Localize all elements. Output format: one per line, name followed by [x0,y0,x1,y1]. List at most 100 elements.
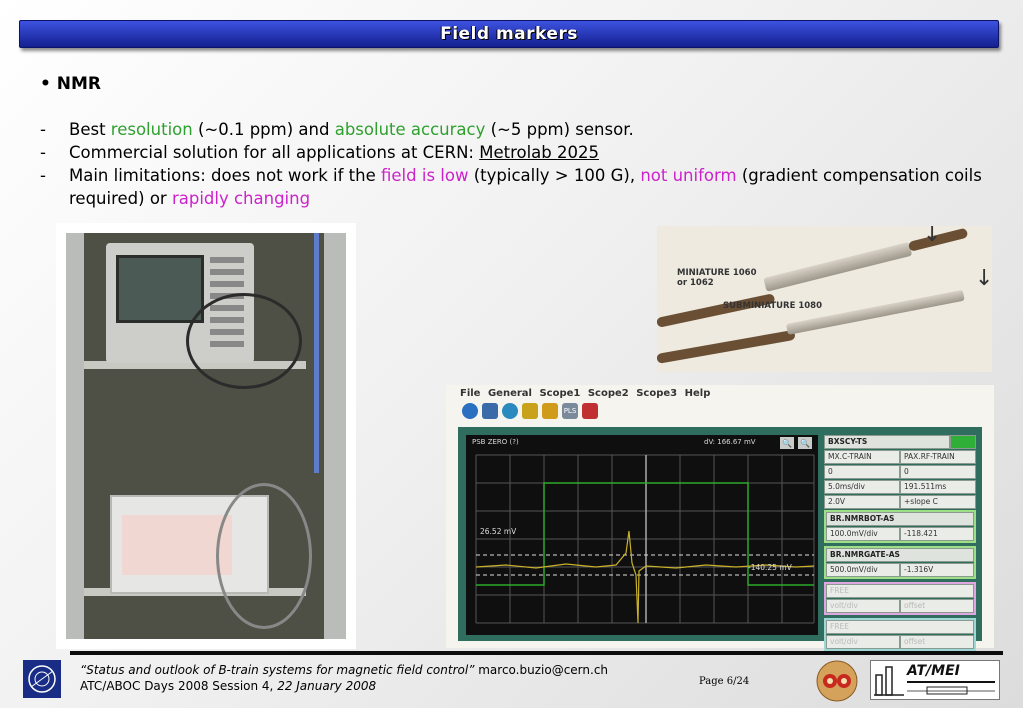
scope-window: File General Scope1 Scope2 Scope3 Help P… [446,385,994,651]
cell[interactable]: volt/div [826,599,900,613]
status-indicator [950,435,976,449]
scope-plot[interactable]: PSB ZERO (?) dV: 166.67 mV 🔍 🔍 26.52 mV … [466,435,818,635]
cell[interactable]: volt/div [826,635,900,649]
traffic-light-icon[interactable] [582,403,598,419]
label-subminiature: SUBMINIATURE 1080 [723,301,822,311]
scope-side-panel: BXSCY-TS MX.C-TRAIN PAX.RF-TRAIN 0 0 5.0… [824,435,976,651]
rack-photo [56,223,356,649]
cell[interactable]: PAX.RF-TRAIN [900,450,976,464]
cell[interactable]: 5.0ms/div [824,480,900,494]
cell[interactable]: offset [900,635,974,649]
probe-cable [657,329,796,364]
menu-scope2[interactable]: Scope2 [588,388,629,399]
cell[interactable]: -118.421 [900,527,974,541]
side-panel-row: BR.NMRBOT-AS [826,512,974,526]
magnet-icon [874,666,904,696]
bullet-list: - Best resolution (~0.1 ppm) and absolut… [40,118,1000,210]
side-panel-title: BXSCY-TS [824,435,950,449]
text: (~0.1 ppm) and [192,120,335,139]
cell[interactable]: 191.511ms [900,480,976,494]
footer-line-2: ATC/ABOC Days 2008 Session 4, 22 January… [80,678,608,694]
pls-icon[interactable]: PLS [562,403,578,419]
text: Best [69,120,111,139]
term-not-uniform: not uniform [640,166,737,185]
cell[interactable]: offset [900,599,974,613]
menu-general[interactable]: General [488,388,532,399]
cell[interactable]: MX.C-TRAIN [824,450,900,464]
event-date: 22 January 2008 [277,679,377,693]
cell[interactable]: 2.0V [824,495,900,509]
globe-icon[interactable] [462,403,478,419]
side-panel-row: 0 0 [824,465,976,479]
cern-logo-icon [28,665,56,693]
scope-frame: PSB ZERO (?) dV: 166.67 mV 🔍 🔍 26.52 mV … [458,427,982,651]
event-name: ATC/ABOC Days 2008 Session 4, [80,679,278,693]
marker-right-value: -140.25 mV [748,563,792,572]
channel-name[interactable]: BR.NMRGATE-AS [826,548,974,562]
channel-name[interactable]: FREE [826,620,974,634]
side-panel-row: FREE [826,620,974,634]
author-email: marco.buzio@cern.ch [474,663,609,677]
tool-icon[interactable] [522,403,538,419]
arrow-down-icon: ↓ [923,226,942,247]
menu-bar: File General Scope1 Scope2 Scope3 Help [460,388,710,399]
side-panel-row: 2.0V +slope C [824,495,976,509]
lhc-logo [814,659,860,703]
bullet-item: - Commercial solution for all applicatio… [40,141,1000,164]
logo-bar [907,681,995,683]
side-panel-row: BR.NMRGATE-AS [826,548,974,562]
arrow-down-icon: ↓ [975,266,992,291]
side-panel-row: volt/div offset [826,635,974,649]
rack-post [66,233,84,639]
menu-scope3[interactable]: Scope3 [636,388,677,399]
bullet-text: Commercial solution for all applications… [69,141,599,164]
lhc-logo-icon [816,660,858,702]
menu-file[interactable]: File [460,388,480,399]
side-panel-row: volt/div offset [826,599,974,613]
page-number: Page 6/24 [699,676,750,687]
text: Commercial solution for all applications… [69,143,480,162]
channel-name[interactable]: BR.NMRBOT-AS [826,512,974,526]
side-panel-row: FREE [826,584,974,598]
cell[interactable]: 100.0mV/div [826,527,900,541]
scope-traces [475,454,815,624]
cell[interactable]: 0 [900,465,976,479]
bullet-dash: - [40,143,46,162]
label-miniature-line2: or 1062 [677,278,714,288]
cell[interactable]: 500.0mV/div [826,563,900,577]
label-miniature-line1: MINIATURE 1060 [677,268,757,278]
side-panel-row: 5.0ms/div 191.511ms [824,480,976,494]
bullet-text: Main limitations: does not work if the f… [69,164,1000,210]
marker-left-value: 26.52 mV [480,527,517,536]
cell[interactable]: 0 [824,465,900,479]
subminiature-probe [785,289,965,335]
cell[interactable]: -1.316V [900,563,974,577]
footer-text: “Status and outlook of B-train systems f… [80,662,608,694]
menu-help[interactable]: Help [685,388,711,399]
text: (typically > 100 G), [468,166,641,185]
term-resolution: resolution [110,120,193,139]
channel-1-group: BR.NMRBOT-AS 100.0mV/div -118.421 [824,510,976,543]
at-mei-logo: AT/MEI [870,660,1000,700]
menu-scope1[interactable]: Scope1 [539,388,580,399]
term-rapidly-changing: rapidly changing [171,189,311,208]
refresh-icon[interactable] [502,403,518,419]
connect-icon[interactable] [482,403,498,419]
label-miniature: MINIATURE 1060 or 1062 [677,268,756,288]
at-mei-label: AT/MEI [907,663,960,679]
channel-name[interactable]: FREE [826,584,974,598]
edit-icon[interactable] [542,403,558,419]
term-field-low: field is low [381,166,469,185]
channel-3-group: FREE volt/div offset [824,582,976,615]
channel-4-group: FREE volt/div offset [824,618,976,651]
probe-photo: MINIATURE 1060 or 1062 SUBMINIATURE 1080 … [657,226,992,372]
metrolab-link[interactable]: Metrolab 2025 [479,143,599,162]
bullet-item: - Best resolution (~0.1 ppm) and absolut… [40,118,1000,141]
bullet-text: Best resolution (~0.1 ppm) and absolute … [69,118,634,141]
footer-line-1: “Status and outlook of B-train systems f… [80,662,608,678]
cell[interactable]: +slope C [900,495,976,509]
logo-magnet-drawing [907,686,995,695]
blue-cable [314,233,339,473]
text: (~5 ppm) sensor. [485,120,634,139]
toolbar: PLS [462,403,598,419]
